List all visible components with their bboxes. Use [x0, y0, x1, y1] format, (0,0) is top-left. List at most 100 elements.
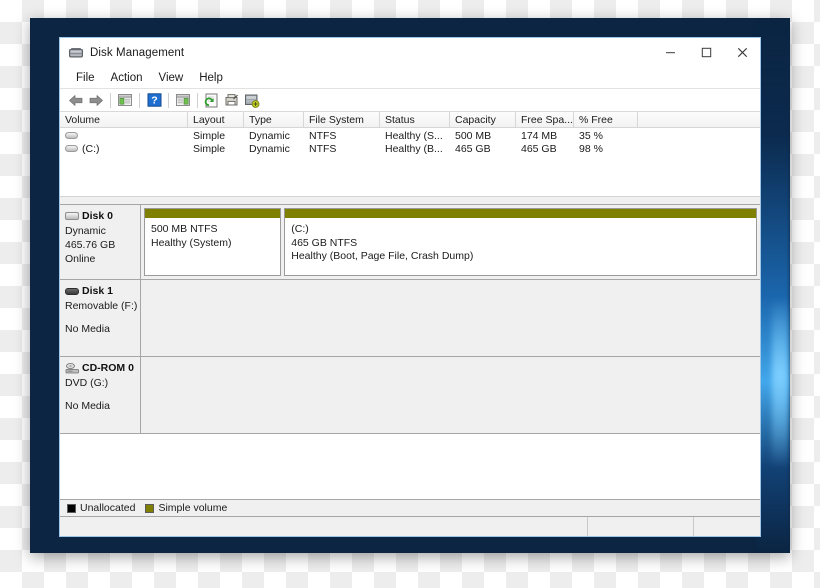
svg-text:?: ? — [151, 95, 157, 107]
volume-list-header: Volume Layout Type File System Status Ca… — [60, 112, 760, 128]
back-arrow-icon[interactable] — [66, 91, 86, 110]
cell-percent-free: 35 % — [579, 130, 603, 142]
create-vhd-icon[interactable] — [242, 91, 262, 110]
disk-status-label: Online — [65, 253, 96, 265]
rescan-disks-icon[interactable] — [202, 91, 222, 110]
disk-status-label: No Media — [65, 323, 110, 335]
cell-capacity: 465 GB — [455, 143, 491, 155]
column-header-layout[interactable]: Layout — [188, 112, 244, 127]
disk-type-label: Dynamic — [65, 225, 106, 237]
properties-icon[interactable] — [222, 91, 242, 110]
help-question-icon[interactable]: ? — [144, 91, 164, 110]
partition-c-drive[interactable]: (C:) 465 GB NTFS Healthy (Boot, Page Fil… — [284, 208, 757, 276]
disk-management-window: Disk Management File Action View Help ? … — [59, 37, 761, 537]
legend-item-unallocated: Unallocated — [67, 502, 135, 514]
disk-name-label: Disk 1 — [82, 285, 113, 297]
column-header-free-space[interactable]: Free Spa... — [516, 112, 574, 127]
disk-info-cdrom-0[interactable]: CD-ROM 0 DVD (G:) No Media — [60, 357, 141, 433]
disk-row-disk-1[interactable]: Disk 1 Removable (F:) No Media — [60, 280, 760, 357]
cell-file-system: NTFS — [309, 143, 337, 155]
disk-row-disk-0[interactable]: Disk 0 Dynamic 465.76 GB Online 500 MB N… — [60, 205, 760, 280]
disk-info-disk-1[interactable]: Disk 1 Removable (F:) No Media — [60, 280, 141, 356]
cell-status: Healthy (S... — [385, 130, 443, 142]
disk-type-label: Removable (F:) — [65, 300, 138, 312]
cell-volume-label: (C:) — [82, 143, 100, 155]
volume-drive-icon — [65, 131, 78, 139]
cdrom-icon — [65, 362, 80, 374]
legend-swatch-simple-volume — [145, 503, 155, 513]
disk-title-disk-1: Disk 1 — [65, 285, 136, 297]
legend-label-simple-volume: Simple volume — [158, 502, 228, 514]
partition-color-stripe — [145, 209, 281, 218]
status-pane-tertiary — [694, 517, 760, 536]
pane-splitter[interactable] — [60, 196, 760, 205]
partition-size: 500 MB NTFS — [151, 223, 218, 235]
window-title: Disk Management — [90, 46, 185, 59]
menu-help[interactable]: Help — [192, 70, 230, 86]
legend-bar: Unallocated Simple volume — [60, 499, 760, 516]
column-header-type[interactable]: Type — [244, 112, 304, 127]
disk-info-disk-0[interactable]: Disk 0 Dynamic 465.76 GB Online — [60, 205, 141, 279]
desktop-light-streak-highlight — [772, 298, 788, 468]
toolbar-separator — [110, 92, 111, 108]
disk-management-icon — [68, 45, 84, 61]
fixed-disk-icon — [65, 212, 79, 220]
disk-row-cdrom-0[interactable]: CD-ROM 0 DVD (G:) No Media — [60, 357, 760, 434]
show-hide-console-tree-icon[interactable] — [115, 91, 135, 110]
disk-partitions-disk-1 — [141, 280, 760, 356]
minimize-button[interactable] — [652, 38, 688, 67]
desktop-light-streak — [756, 18, 790, 553]
disk-type-label: DVD (G:) — [65, 377, 109, 389]
window-controls — [652, 38, 760, 67]
column-header-volume[interactable]: Volume — [60, 112, 188, 127]
volume-drive-icon — [65, 144, 78, 152]
menu-file[interactable]: File — [69, 70, 102, 86]
forward-arrow-icon[interactable] — [86, 91, 106, 110]
cell-type: Dynamic — [249, 130, 290, 142]
column-header-file-system[interactable]: File System — [304, 112, 380, 127]
screenshot-root: Disk Management File Action View Help ? … — [0, 0, 820, 588]
column-header-percent-free[interactable]: % Free — [574, 112, 638, 127]
menu-action[interactable]: Action — [104, 70, 150, 86]
partition-system-reserved[interactable]: 500 MB NTFS Healthy (System) — [144, 208, 282, 276]
disk-size-label: 465.76 GB — [65, 239, 116, 251]
column-header-status[interactable]: Status — [380, 112, 450, 127]
toolbar: ? — [60, 89, 760, 112]
show-hide-action-pane-icon[interactable] — [173, 91, 193, 110]
disk-name-label: Disk 0 — [82, 210, 113, 222]
cell-free-space: 465 GB — [521, 143, 557, 155]
table-row[interactable]: (C:) Simple Dynamic NTFS Healthy (B... 4… — [60, 143, 760, 156]
cell-free-space: 174 MB — [521, 130, 558, 142]
title-bar[interactable]: Disk Management — [60, 38, 760, 67]
cell-volume — [60, 130, 188, 143]
cell-file-system: NTFS — [309, 130, 337, 142]
partition-status: Healthy (Boot, Page File, Crash Dump) — [291, 250, 474, 262]
disk-graphical-pane: Disk 0 Dynamic 465.76 GB Online 500 MB N… — [60, 205, 760, 499]
disk-title-disk-0: Disk 0 — [65, 210, 136, 222]
removable-disk-icon — [65, 287, 79, 295]
close-button[interactable] — [724, 38, 760, 67]
cell-layout: Simple — [193, 143, 226, 155]
disk-name-label: CD-ROM 0 — [82, 362, 134, 374]
partition-details: (C:) 465 GB NTFS Healthy (Boot, Page Fil… — [285, 218, 756, 275]
partition-color-stripe — [285, 209, 756, 218]
column-header-filler[interactable] — [638, 112, 760, 127]
volume-list-pane: Volume Layout Type File System Status Ca… — [60, 112, 760, 196]
disk-pane-empty-area — [60, 434, 760, 499]
column-header-capacity[interactable]: Capacity — [450, 112, 516, 127]
partition-size: 465 GB NTFS — [291, 236, 358, 249]
toolbar-separator — [139, 92, 140, 108]
cell-volume: (C:) — [60, 143, 188, 156]
partition-details: 500 MB NTFS Healthy (System) — [145, 218, 280, 275]
disk-spacer — [65, 390, 136, 399]
legend-swatch-unallocated — [67, 503, 76, 513]
menu-bar: File Action View Help — [60, 67, 760, 89]
menu-view[interactable]: View — [152, 70, 191, 86]
toolbar-separator — [197, 92, 198, 108]
maximize-button[interactable] — [688, 38, 724, 67]
disk-partitions-cdrom-0 — [141, 357, 760, 433]
cell-type: Dynamic — [249, 143, 290, 155]
status-pane-secondary — [588, 517, 694, 536]
cell-layout: Simple — [193, 130, 226, 142]
table-row[interactable]: Simple Dynamic NTFS Healthy (S... 500 MB… — [60, 130, 760, 143]
